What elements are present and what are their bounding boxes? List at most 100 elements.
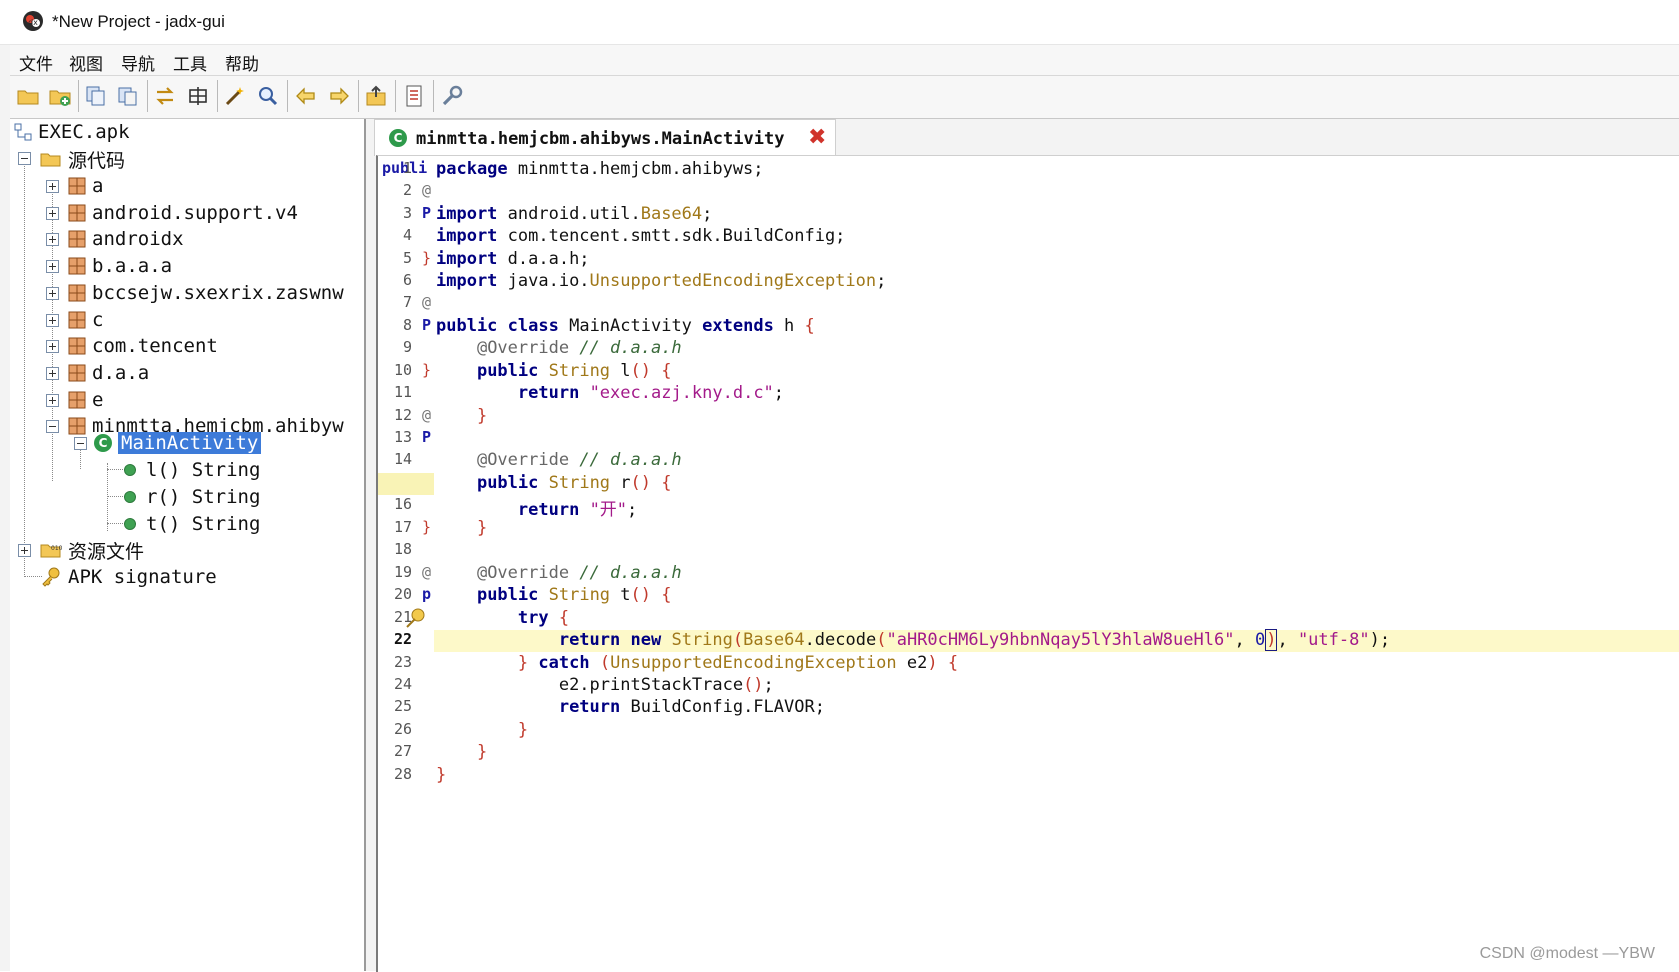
code-line: } xyxy=(476,518,488,538)
expand-toggle[interactable] xyxy=(46,313,59,327)
line-number: 20 xyxy=(393,585,412,603)
gutter-marker: @ xyxy=(422,563,432,581)
forward-arrow-icon[interactable] xyxy=(327,84,351,108)
expand-toggle[interactable] xyxy=(46,286,59,300)
tree-package[interactable]: c xyxy=(68,307,103,333)
package-icon xyxy=(68,391,86,409)
expand-toggle[interactable] xyxy=(46,206,59,220)
toolbar-separator xyxy=(433,80,434,112)
line-number: 9 xyxy=(402,338,412,356)
collapse-toggle[interactable] xyxy=(74,437,87,450)
line-number: 18 xyxy=(393,540,412,558)
gutter-marker: P xyxy=(422,316,432,334)
line-number: 16 xyxy=(393,495,412,513)
editor-panel: C minmtta.hemjcbm.ahibyws.MainActivity ✖… xyxy=(366,119,1679,972)
menu-tools[interactable]: 工具 xyxy=(173,50,207,75)
line-number: 26 xyxy=(393,720,412,738)
expand-toggle[interactable] xyxy=(46,393,59,407)
tree-package[interactable]: androidx xyxy=(68,226,184,252)
search-icon[interactable] xyxy=(256,84,280,108)
close-icon[interactable]: ✖ xyxy=(808,125,826,150)
expand-toggle[interactable] xyxy=(46,366,59,380)
expand-toggle[interactable] xyxy=(18,544,31,557)
code-line: try { xyxy=(517,608,570,628)
gutter-marker: } xyxy=(422,249,432,267)
add-files-icon[interactable] xyxy=(48,84,72,108)
code-line: import com.tencent.smtt.sdk.BuildConfig; xyxy=(436,226,846,246)
expand-toggle[interactable] xyxy=(46,233,59,247)
bulb-hint-icon[interactable] xyxy=(404,606,428,630)
tree-source-code[interactable]: 源代码 xyxy=(40,146,125,172)
open-file-icon[interactable] xyxy=(16,84,40,108)
code-editor[interactable]: publi 1234567891011121314151617181920212… xyxy=(376,155,1679,972)
line-number: 12 xyxy=(393,406,412,424)
apk-icon xyxy=(14,123,32,141)
line-number: 8 xyxy=(402,316,412,334)
package-icon xyxy=(68,311,86,328)
line-number: 11 xyxy=(393,383,412,401)
code-line: } xyxy=(476,742,488,762)
wand-icon[interactable] xyxy=(223,84,247,108)
export-icon[interactable] xyxy=(364,84,388,108)
tree-root-apk[interactable]: EXEC.apk xyxy=(14,119,130,145)
toolbar-separator xyxy=(78,80,79,112)
back-arrow-icon[interactable] xyxy=(294,84,318,108)
expand-toggle[interactable] xyxy=(46,180,59,193)
code-line: @Override // d.a.a.h xyxy=(476,450,682,470)
menu-help[interactable]: 帮助 xyxy=(225,50,259,75)
package-icon xyxy=(68,177,86,195)
code-line: public String r() { xyxy=(476,473,672,493)
gutter-marker: p xyxy=(422,585,432,603)
paste-icon[interactable] xyxy=(116,84,140,108)
decompile-icon[interactable] xyxy=(186,84,210,108)
tree-package[interactable]: e xyxy=(68,387,103,413)
jadx-app-icon: dx xyxy=(23,11,43,31)
copy-icon[interactable] xyxy=(84,84,108,108)
title-bar: dx *New Project - jadx-gui xyxy=(0,0,1679,45)
tree-method-t[interactable]: t() String xyxy=(120,511,260,537)
line-number: 28 xyxy=(393,765,412,783)
package-icon xyxy=(68,337,86,355)
expand-toggle[interactable] xyxy=(46,340,59,354)
project-tree: EXEC.apk 源代码 a android.support.v4 androidx… xyxy=(10,119,366,971)
gutter-marker: P xyxy=(422,204,432,222)
tree-package[interactable]: a xyxy=(68,173,103,199)
gutter-marker: } xyxy=(422,361,432,379)
window-left-edge xyxy=(0,45,10,971)
menu-view[interactable]: 视图 xyxy=(69,50,103,75)
line-number: 4 xyxy=(402,226,412,244)
sync-icon[interactable] xyxy=(153,84,177,108)
code-line: return "开"; xyxy=(517,500,638,520)
editor-tab[interactable]: C minmtta.hemjcbm.ahibyws.MainActivity ✖ xyxy=(374,119,836,156)
method-icon xyxy=(124,518,136,530)
tree-package[interactable]: com.tencent xyxy=(68,333,218,359)
line-number: 5 xyxy=(402,249,412,267)
line-number: 10 xyxy=(393,361,412,379)
tree-package[interactable]: android.support.v4 xyxy=(68,200,298,226)
line-number: 19 xyxy=(393,563,412,581)
tree-class-mainactivity[interactable]: C MainActivity xyxy=(94,430,262,456)
method-icon xyxy=(124,491,136,503)
log-icon[interactable] xyxy=(402,84,426,108)
package-icon xyxy=(68,204,86,222)
collapse-toggle[interactable] xyxy=(46,420,59,434)
expand-toggle[interactable] xyxy=(46,260,59,274)
collapse-toggle[interactable] xyxy=(18,152,31,165)
line-number: 24 xyxy=(393,675,412,693)
gutter-marker: @ xyxy=(422,406,432,424)
tree-apk-signature[interactable]: APK signature xyxy=(40,564,217,590)
package-icon xyxy=(68,257,86,275)
tree-package[interactable]: bccsejw.sxexrix.zaswnw xyxy=(68,280,344,306)
tree-resources[interactable]: 010 资源文件 xyxy=(40,537,144,563)
class-icon: C xyxy=(94,434,112,452)
settings-wrench-icon[interactable] xyxy=(440,84,464,108)
tree-method-l[interactable]: l() String xyxy=(120,457,260,483)
tree-method-r[interactable]: r() String xyxy=(120,484,260,510)
code-line: @Override // d.a.a.h xyxy=(476,338,682,358)
menu-file[interactable]: 文件 xyxy=(19,50,53,75)
tree-package[interactable]: d.a.a xyxy=(68,360,149,386)
tree-package[interactable]: b.a.a.a xyxy=(68,253,172,279)
menu-navigation[interactable]: 导航 xyxy=(121,50,155,75)
method-icon xyxy=(124,464,136,476)
line-number: 6 xyxy=(402,271,412,289)
